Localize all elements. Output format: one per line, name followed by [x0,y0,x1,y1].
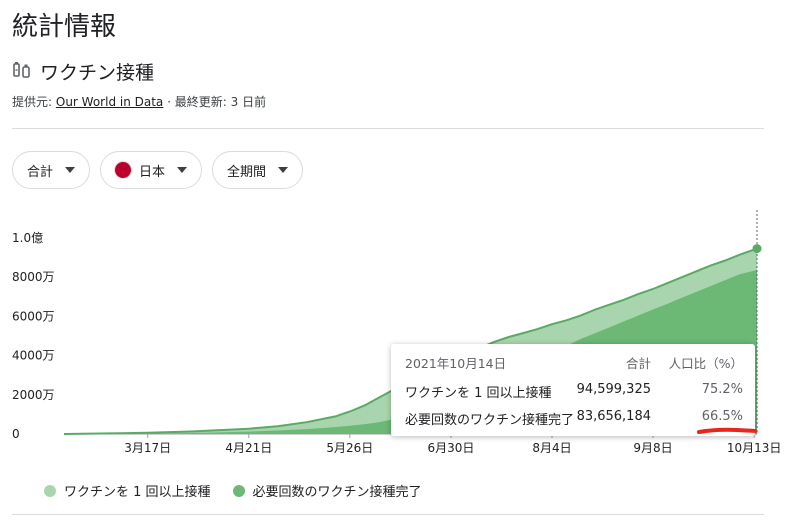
chevron-down-icon [65,167,76,173]
period-filter-button[interactable]: 全期間 [212,151,304,189]
red-underline-annotation [697,427,757,434]
x-tick-label: 4月21日 [225,441,272,455]
legend-item[interactable]: 必要回数のワクチン接種完了 [232,481,422,500]
x-tick-label: 9月8日 [633,441,672,455]
tooltip-total-header: 合計 [625,356,651,371]
legend-item[interactable]: ワクチンを 1 回以上接種 [44,481,211,500]
tooltip-row-total: 94,599,325 [576,382,651,397]
y-tick-label: 1.0億 [12,231,43,245]
chart-tooltip: 2021年10月14日 合計 人口比（%） ワクチンを 1 回以上接種 94,5… [391,344,755,436]
chevron-down-icon [177,167,188,173]
source-separator: · [167,95,171,109]
japan-flag-icon [115,162,132,178]
section-header: ワクチン接種 [12,58,154,85]
page-title: 統計情報 [12,12,117,42]
metric-filter-button[interactable]: 合計 [12,151,91,189]
country-filter-button[interactable]: 日本 [100,151,203,189]
x-tick-label: 8月4日 [532,441,571,455]
vaccine-icon [12,60,32,84]
x-tick-label: 3月17日 [124,441,171,455]
filter-bar: 合計 日本 全期間 [12,151,304,189]
x-tick-label: 10月13日 [727,441,782,455]
legend-label: ワクチンを 1 回以上接種 [64,485,211,500]
source-link[interactable]: Our World in Data [56,95,163,109]
legend-label: 必要回数のワクチン接種完了 [252,485,422,500]
divider [12,514,764,515]
divider [12,128,764,129]
last-updated: 最終更新: 3 日前 [174,95,267,109]
tooltip-row-label: ワクチンを 1 回以上接種 [405,386,552,401]
country-filter-label: 日本 [139,164,166,180]
y-tick-label: 0 [12,427,20,441]
y-tick-label: 2000万 [12,388,55,402]
section-title: ワクチン接種 [40,62,155,84]
y-tick-label: 6000万 [12,309,55,323]
source-line: 提供元: Our World in Data · 最終更新: 3 日前 [12,93,266,110]
tooltip-date: 2021年10月14日 [405,356,507,371]
period-filter-label: 全期間 [227,164,267,180]
hover-point [752,244,762,254]
metric-filter-label: 合計 [27,164,54,180]
y-tick-label: 8000万 [12,270,55,284]
tooltip-header: 2021年10月14日 合計 人口比（%） [405,353,743,371]
tooltip-row-total: 83,656,184 [576,409,651,424]
x-tick-label: 6月30日 [427,441,474,455]
chart-legend: ワクチンを 1 回以上接種 必要回数のワクチン接種完了 [44,481,422,500]
chevron-down-icon [278,167,289,173]
legend-swatch [232,484,245,497]
source-prefix: 提供元: [12,95,53,109]
tooltip-row: ワクチンを 1 回以上接種 94,599,325 75.2% [405,382,743,401]
x-tick-label: 5月26日 [326,441,373,455]
tooltip-pct-header: 人口比（%） [668,356,743,371]
tooltip-row-label: 必要回数のワクチン接種完了 [405,413,575,428]
tooltip-row-pct: 66.5% [701,409,743,424]
tooltip-row-pct: 75.2% [701,382,743,397]
legend-swatch [44,484,56,497]
tooltip-row: 必要回数のワクチン接種完了 83,656,184 66.5% [405,409,743,428]
y-tick-label: 4000万 [12,349,55,363]
